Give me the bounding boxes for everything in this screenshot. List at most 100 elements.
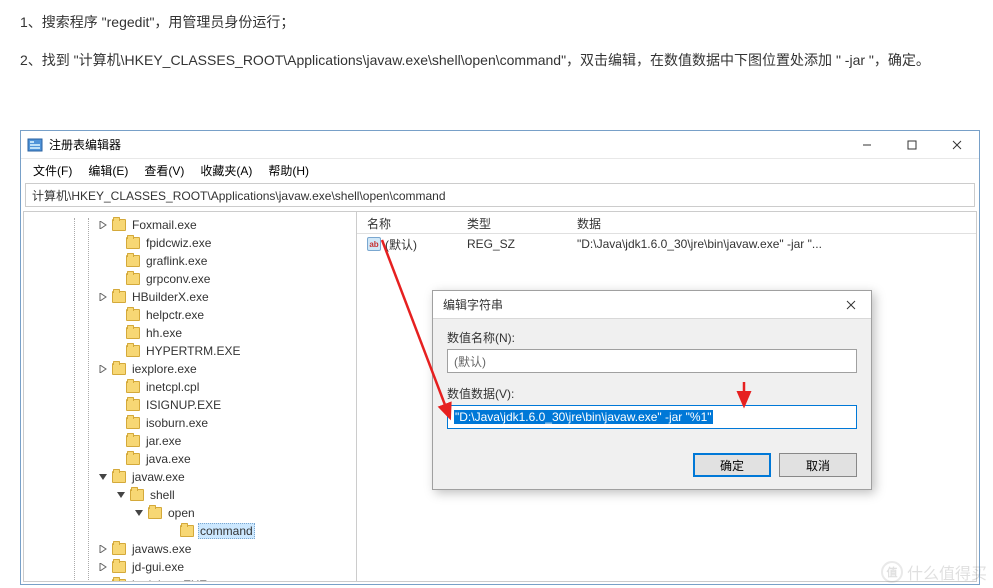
- menu-view[interactable]: 查看(V): [136, 160, 192, 181]
- tree-label: hh.exe: [144, 326, 184, 340]
- tree-item[interactable]: grpconv.exe: [28, 270, 356, 288]
- tree-item[interactable]: javaw.exe: [28, 468, 356, 486]
- chevron-right-icon[interactable]: [96, 362, 110, 376]
- data-label: 数值数据(V):: [447, 385, 857, 402]
- tree-label: helpctr.exe: [144, 308, 206, 322]
- menu-favorites[interactable]: 收藏夹(A): [192, 160, 260, 181]
- folder-icon: [126, 237, 140, 249]
- cancel-button[interactable]: 取消: [779, 453, 857, 477]
- tree-label: graflink.exe: [144, 254, 209, 268]
- tree-label: command: [198, 523, 255, 539]
- tree-item[interactable]: java.exe: [28, 450, 356, 468]
- tree-item[interactable]: kodakprv.EXE: [28, 576, 356, 582]
- tree-item[interactable]: command: [28, 522, 356, 540]
- article-step-2: 2、找到 "计算机\HKEY_CLASSES_ROOT\Applications…: [20, 46, 973, 74]
- chevron-right-icon[interactable]: [96, 290, 110, 304]
- tree-item[interactable]: hh.exe: [28, 324, 356, 342]
- chevron-down-icon[interactable]: [96, 470, 110, 484]
- titlebar: 注册表编辑器: [21, 131, 979, 159]
- regedit-icon: [27, 137, 43, 153]
- tree-item[interactable]: graflink.exe: [28, 252, 356, 270]
- folder-icon: [112, 291, 126, 303]
- tree-label: ISIGNUP.EXE: [144, 398, 223, 412]
- dialog-close-button[interactable]: [831, 291, 871, 318]
- address-path: 计算机\HKEY_CLASSES_ROOT\Applications\javaw…: [32, 187, 446, 204]
- watermark-logo-icon: 值: [881, 561, 903, 583]
- tree-item[interactable]: jar.exe: [28, 432, 356, 450]
- dialog-titlebar: 编辑字符串: [433, 291, 871, 319]
- tree-item[interactable]: javaws.exe: [28, 540, 356, 558]
- tree-label: shell: [148, 488, 177, 502]
- tree-item[interactable]: helpctr.exe: [28, 306, 356, 324]
- tree-item[interactable]: HBuilderX.exe: [28, 288, 356, 306]
- col-name[interactable]: 名称: [357, 212, 457, 233]
- tree-label: javaws.exe: [130, 542, 193, 556]
- expander-empty: [110, 344, 124, 358]
- list-row[interactable]: ab (默认) REG_SZ "D:\Java\jdk1.6.0_30\jre\…: [357, 234, 976, 254]
- address-bar[interactable]: 计算机\HKEY_CLASSES_ROOT\Applications\javaw…: [25, 183, 975, 207]
- folder-icon: [126, 435, 140, 447]
- chevron-down-icon[interactable]: [114, 488, 128, 502]
- tree-item[interactable]: fpidcwiz.exe: [28, 234, 356, 252]
- tree-item[interactable]: ISIGNUP.EXE: [28, 396, 356, 414]
- string-value-icon: ab: [367, 237, 381, 251]
- folder-icon: [126, 417, 140, 429]
- chevron-right-icon[interactable]: [96, 542, 110, 556]
- chevron-right-icon[interactable]: [96, 560, 110, 574]
- expander-empty: [110, 254, 124, 268]
- menu-edit[interactable]: 编辑(E): [80, 160, 136, 181]
- folder-icon: [180, 525, 194, 537]
- edit-string-dialog: 编辑字符串 数值名称(N): (默认) 数值数据(V): "D:\Java\jd…: [432, 290, 872, 490]
- minimize-button[interactable]: [844, 131, 889, 158]
- expander-empty: [110, 308, 124, 322]
- expander-empty: [110, 398, 124, 412]
- tree-label: isoburn.exe: [144, 416, 210, 430]
- tree-label: open: [166, 506, 197, 520]
- expander-empty: [110, 236, 124, 250]
- tree-label: HYPERTRM.EXE: [144, 344, 242, 358]
- col-type[interactable]: 类型: [457, 212, 567, 233]
- expander-empty: [110, 452, 124, 466]
- col-data[interactable]: 数据: [567, 212, 976, 233]
- name-field[interactable]: (默认): [447, 349, 857, 373]
- article-step-1: 1、搜索程序 "regedit"，用管理员身份运行；: [20, 8, 973, 36]
- folder-icon: [112, 363, 126, 375]
- chevron-right-icon[interactable]: [96, 218, 110, 232]
- value-name: (默认): [385, 236, 417, 253]
- tree-item[interactable]: jd-gui.exe: [28, 558, 356, 576]
- folder-icon: [112, 561, 126, 573]
- tree-label: java.exe: [144, 452, 193, 466]
- tree-panel[interactable]: Foxmail.exe fpidcwiz.exe graflink.exe grpco…: [23, 211, 357, 582]
- folder-icon: [112, 471, 126, 483]
- tree-label: javaw.exe: [130, 470, 187, 484]
- folder-icon: [112, 219, 126, 231]
- menu-help[interactable]: 帮助(H): [260, 160, 317, 181]
- tree-item[interactable]: inetcpl.cpl: [28, 378, 356, 396]
- tree-label: kodakprv.EXE: [130, 578, 209, 582]
- tree-item[interactable]: isoburn.exe: [28, 414, 356, 432]
- ok-button[interactable]: 确定: [693, 453, 771, 477]
- chevron-down-icon[interactable]: [132, 506, 146, 520]
- tree-item[interactable]: shell: [28, 486, 356, 504]
- chevron-right-icon[interactable]: [96, 578, 110, 582]
- folder-icon: [112, 579, 126, 582]
- maximize-button[interactable]: [889, 131, 934, 158]
- menu-file[interactable]: 文件(F): [25, 160, 80, 181]
- expander-empty: [110, 434, 124, 448]
- tree-label: Foxmail.exe: [130, 218, 199, 232]
- tree-label: jd-gui.exe: [130, 560, 186, 574]
- tree-item[interactable]: iexplore.exe: [28, 360, 356, 378]
- tree-item[interactable]: open: [28, 504, 356, 522]
- data-field[interactable]: "D:\Java\jdk1.6.0_30\jre\bin\javaw.exe" …: [447, 405, 857, 429]
- tree-item[interactable]: HYPERTRM.EXE: [28, 342, 356, 360]
- value-data: "D:\Java\jdk1.6.0_30\jre\bin\javaw.exe" …: [567, 235, 976, 253]
- tree-item[interactable]: Foxmail.exe: [28, 216, 356, 234]
- folder-icon: [126, 327, 140, 339]
- value-type: REG_SZ: [457, 235, 567, 253]
- dialog-title: 编辑字符串: [443, 296, 831, 313]
- expander-empty: [110, 326, 124, 340]
- window-buttons: [844, 131, 979, 158]
- close-button[interactable]: [934, 131, 979, 158]
- expander-empty: [110, 380, 124, 394]
- folder-icon: [126, 255, 140, 267]
